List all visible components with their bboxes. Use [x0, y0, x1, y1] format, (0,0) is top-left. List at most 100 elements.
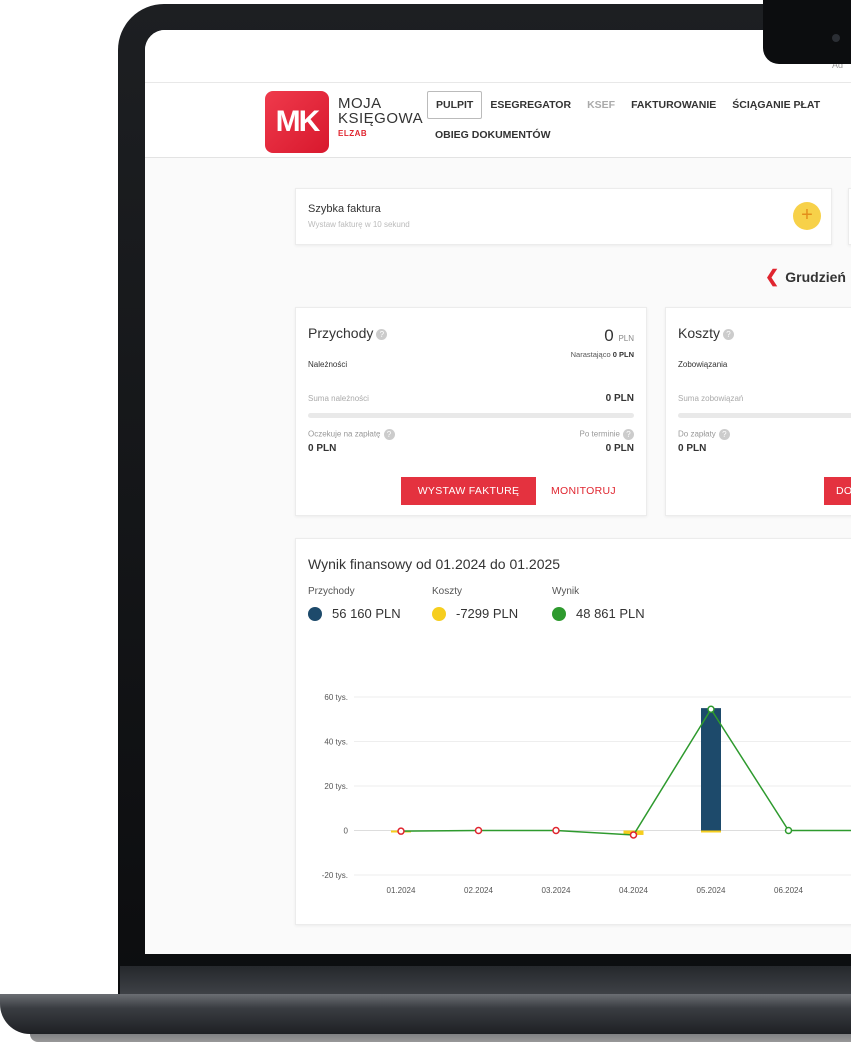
- revenue-title: Przychody?: [308, 325, 388, 341]
- help-icon[interactable]: ?: [623, 429, 634, 440]
- x-tick-label: 04.2024: [619, 886, 648, 895]
- legend-costs-value: -7299 PLN: [456, 606, 519, 621]
- app-window: Ad MK MOJA KSIĘGOWA ELZAB PULPIT ESEGREG…: [145, 30, 851, 954]
- result-point: [552, 826, 560, 835]
- top-bar: Ad: [145, 30, 851, 83]
- revenue-title-text: Przychody: [308, 325, 374, 341]
- costs-card: Koszty? Zobowiązania Suma zobowiązań Do …: [665, 307, 851, 516]
- laptop-base: [0, 994, 851, 1034]
- revenue-value: 0 PLN: [604, 326, 634, 346]
- to-pay-label: Do zapłaty?: [678, 429, 730, 440]
- month-label: Grudzień: [785, 269, 846, 285]
- brand-name: MOJA KSIĘGOWA ELZAB: [338, 96, 423, 141]
- chevron-left-icon[interactable]: ❮: [765, 267, 779, 286]
- result-line: [400, 707, 851, 836]
- awaiting-payment-label: Oczekuje na zapłatę?: [308, 429, 395, 440]
- financial-result-card: Wynik finansowy od 01.2024 do 01.2025 Pr…: [295, 538, 851, 925]
- legend-result-dot: [552, 606, 566, 621]
- help-icon[interactable]: ?: [383, 429, 395, 440]
- x-tick-label: 02.2024: [464, 886, 493, 895]
- receivables-progress-bar: [308, 413, 634, 418]
- legend-result-value: 48 861 PLN: [576, 606, 645, 621]
- result-point: [784, 826, 793, 835]
- financial-result-title: Wynik finansowy od 01.2024 do 01.2025: [308, 556, 561, 572]
- costs-title: Koszty?: [678, 325, 735, 341]
- awaiting-payment-value: 0 PLN: [308, 443, 337, 454]
- result-point: [397, 827, 405, 835]
- x-tick-label: 01.2024: [387, 886, 416, 895]
- main-navigation: MK MOJA KSIĘGOWA ELZAB PULPIT ESEGREGATO…: [145, 83, 851, 158]
- costs-title-text: Koszty: [678, 325, 721, 341]
- legend-revenue-dot: [308, 606, 322, 621]
- help-icon[interactable]: ?: [376, 328, 388, 340]
- legend-revenue: Przychody 56 160 PLN: [308, 586, 401, 621]
- receivables-label: Należności: [308, 360, 348, 369]
- quick-invoice-title: Szybka faktura: [308, 203, 381, 215]
- y-tick-label: 60 tys.: [324, 693, 348, 702]
- legend-costs-name: Koszty: [432, 586, 463, 597]
- revenue-card: Przychody? 0 PLN Narastająco 0 PLN Należ…: [295, 307, 647, 516]
- logo-text: MK: [275, 105, 321, 138]
- quick-invoice-card[interactable]: Szybka faktura Wystaw fakturę w 10 sekun…: [295, 188, 832, 245]
- costs-action-button[interactable]: DO: [824, 477, 851, 505]
- laptop-screen: Ad MK MOJA KSIĘGOWA ELZAB PULPIT ESEGREG…: [145, 30, 851, 954]
- x-tick-label: 06.2024: [774, 886, 803, 895]
- result-point: [707, 705, 715, 713]
- cumulative-value: 0 PLN: [612, 350, 634, 359]
- cost-bar: [701, 830, 721, 833]
- payables-label: Zobowiązania: [678, 360, 728, 369]
- y-tick-label: 0: [344, 827, 349, 836]
- cumulative-label: Narastająco: [570, 350, 611, 359]
- help-icon[interactable]: ?: [723, 328, 735, 340]
- camera-icon: [832, 34, 840, 42]
- to-pay-label-text: Do zapłaty: [678, 429, 716, 439]
- legend-costs-dot: [432, 606, 446, 621]
- awaiting-payment-label-text: Oczekuje na zapłatę: [308, 429, 381, 439]
- legend-revenue-value: 56 160 PLN: [332, 606, 401, 621]
- revenue-unit: PLN: [618, 334, 634, 343]
- financial-chart: 60 tys. 40 tys. 20 tys. 0 -20 tys. 01.2024 02.…: [322, 693, 851, 895]
- legend-result: Wynik 48 861 PLN: [552, 586, 645, 621]
- nav-item-ksef[interactable]: KSEF: [579, 92, 623, 118]
- legend-revenue-name: Przychody: [308, 586, 355, 597]
- quick-invoice-subtitle: Wystaw fakturę w 10 sekund: [308, 220, 410, 229]
- x-tick-label: 05.2024: [697, 886, 726, 895]
- logo[interactable]: MK: [265, 91, 329, 153]
- plus-icon[interactable]: +: [793, 202, 821, 230]
- y-tick-label: 40 tys.: [324, 738, 348, 747]
- receivables-sum-label: Suma należności: [308, 394, 369, 403]
- result-point: [629, 831, 638, 839]
- nav-item-fakturowanie[interactable]: FAKTUROWANIE: [623, 92, 724, 118]
- nav-item-esegregator[interactable]: ESEGREGATOR: [482, 92, 579, 118]
- x-tick-label: 03.2024: [542, 886, 571, 895]
- receivables-sum-value: 0 PLN: [605, 393, 634, 404]
- revenue-bar: [701, 708, 721, 831]
- result-point: [474, 826, 483, 835]
- overdue-label: Po terminie?: [580, 429, 634, 440]
- month-navigator: ❮ Grudzień: [765, 267, 846, 287]
- payables-progress-bar: [678, 413, 851, 418]
- revenue-cumulative: Narastająco 0 PLN: [571, 350, 634, 359]
- help-icon[interactable]: ?: [718, 429, 730, 440]
- brand-line-3: ELZAB: [338, 129, 368, 138]
- brand-line-2: KSIĘGOWA: [338, 110, 424, 127]
- legend-result-name: Wynik: [552, 586, 580, 597]
- menu: PULPIT ESEGREGATOR KSEF FAKTUROWANIE ŚCI…: [427, 91, 828, 119]
- nav-item-pulpit[interactable]: PULPIT: [427, 91, 483, 119]
- nav-item-sciaganie[interactable]: ŚCIĄGANIE PŁAT: [724, 92, 828, 118]
- to-pay-value: 0 PLN: [678, 443, 707, 454]
- camera-notch: [763, 0, 851, 64]
- nav-item-obieg-dokumentow[interactable]: OBIEG DOKUMENTÓW: [435, 129, 551, 141]
- legend-costs: Koszty -7299 PLN: [432, 586, 518, 621]
- y-tick-label: -20 tys.: [322, 871, 348, 880]
- payables-sum-label: Suma zobowiązań: [678, 394, 744, 403]
- overdue-label-text: Po terminie: [579, 429, 620, 439]
- laptop-hinge: [120, 966, 851, 994]
- y-tick-label: 20 tys.: [324, 782, 348, 791]
- issue-invoice-button[interactable]: WYSTAW FAKTURĘ: [401, 477, 536, 505]
- brand-line-1: MOJA: [338, 95, 382, 112]
- laptop-base-shadow: [30, 1034, 851, 1042]
- overdue-value: 0 PLN: [605, 443, 634, 454]
- monitor-button[interactable]: MONITORUJ: [551, 477, 616, 505]
- revenue-value-number: 0: [604, 326, 614, 345]
